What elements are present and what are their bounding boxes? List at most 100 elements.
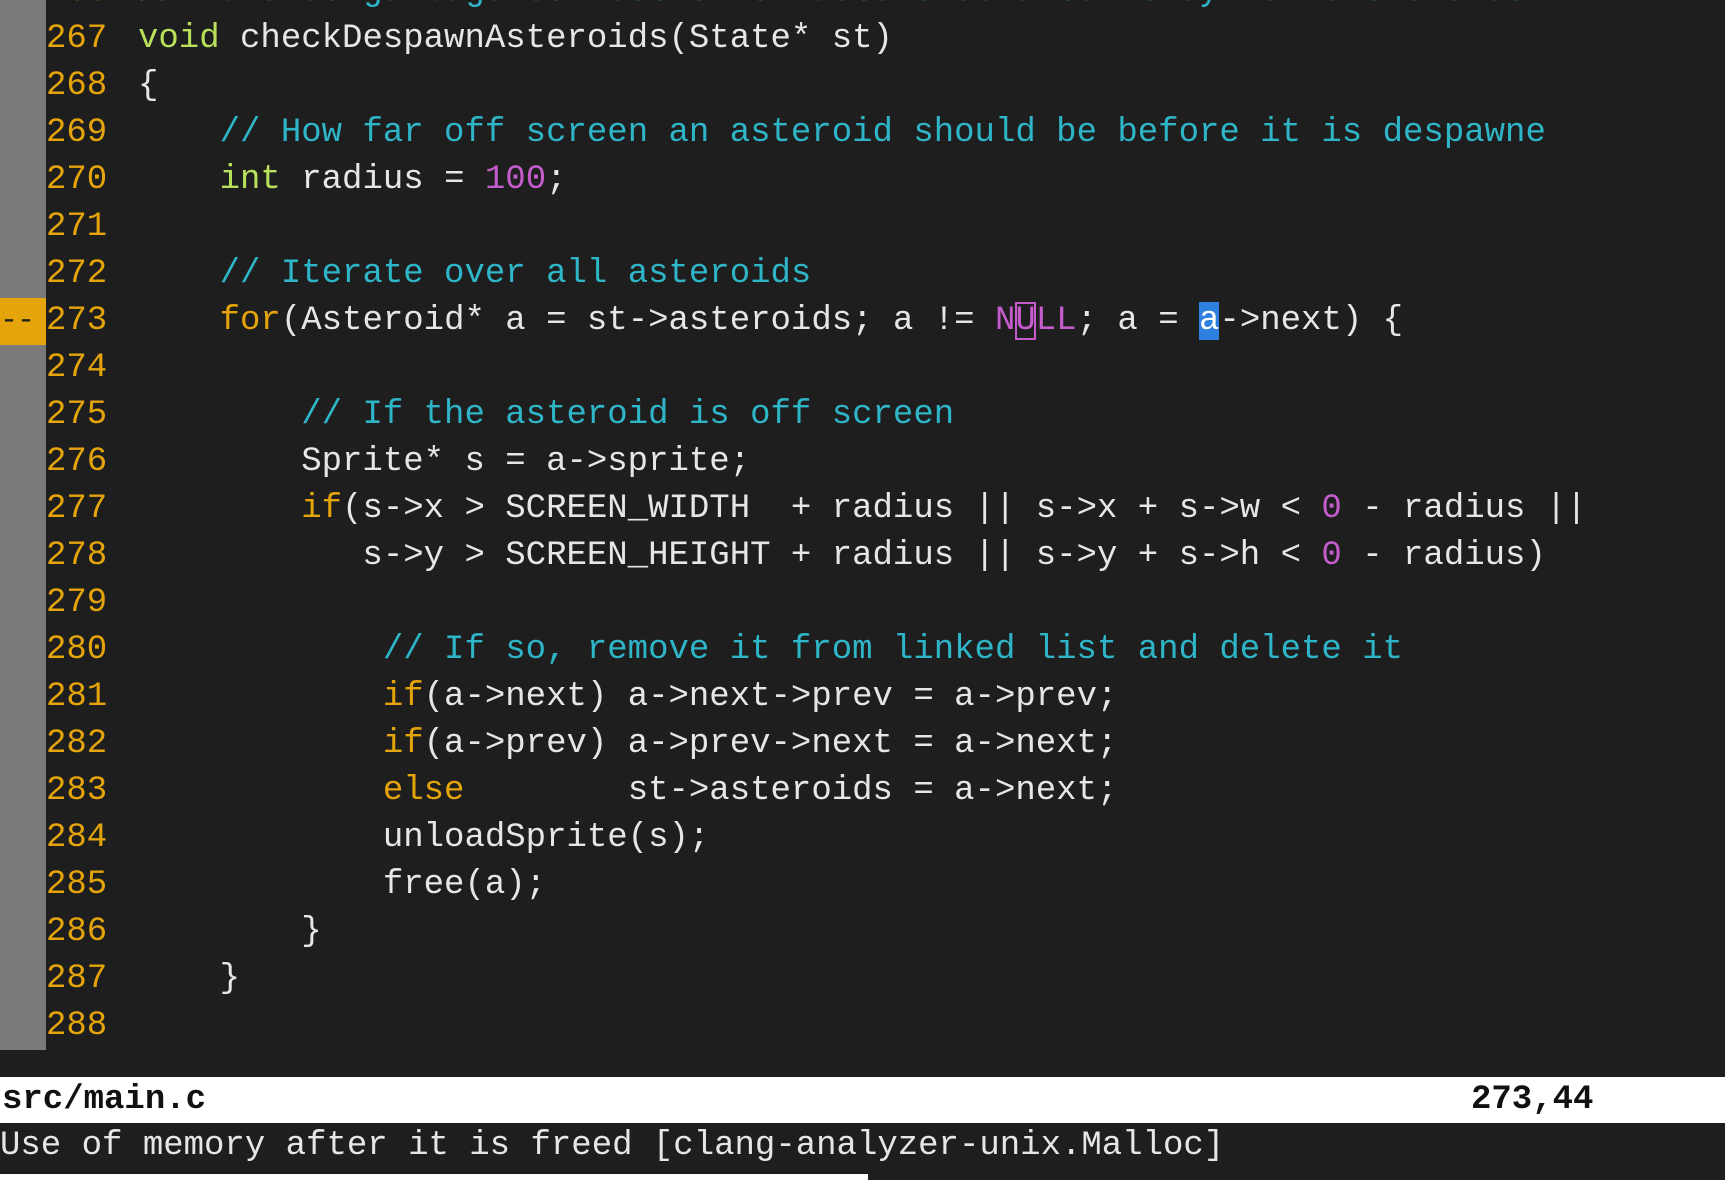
code-keyword: if	[301, 490, 343, 528]
code-token: s->y > SCREEN_HEIGHT + radius || s->y + …	[138, 537, 1322, 575]
code-token: }	[138, 960, 241, 998]
sign-column	[0, 533, 46, 580]
code-line[interactable]: 274	[0, 345, 1725, 392]
code-line[interactable]: 281 if(a->next) a->next->prev = a->prev;	[0, 674, 1725, 721]
line-number: 281	[46, 678, 108, 716]
code-editor[interactable]: 266 // Handles garbage collection of aste…	[0, 0, 1725, 1077]
code-line[interactable]: 271	[0, 204, 1725, 251]
code-number: 0	[1321, 490, 1342, 528]
sign-column	[0, 486, 46, 533]
code-line[interactable]: 280 // If so, remove it from linked list…	[0, 627, 1725, 674]
code-line[interactable]: 286 }	[0, 909, 1725, 956]
code-token: Sprite* s = a->sprite;	[138, 443, 751, 481]
line-code: // If the asteroid is off screen	[138, 392, 954, 439]
line-code: void checkDespawnAsteroids(State* st)	[138, 16, 893, 63]
code-token: (a->prev) a->prev->next = a->next;	[423, 725, 1118, 763]
sign-column	[0, 580, 46, 627]
code-line[interactable]: 285 free(a);	[0, 862, 1725, 909]
code-line[interactable]: 275 // If the asteroid is off screen	[0, 392, 1725, 439]
code-token: (s->x > SCREEN_WIDTH + radius || s->x + …	[342, 490, 1322, 528]
code-line[interactable]: 287 }	[0, 956, 1725, 1003]
sign-column	[0, 0, 46, 16]
code-line[interactable]: 278 s->y > SCREEN_HEIGHT + radius || s->…	[0, 533, 1725, 580]
bottom-edge	[0, 1174, 868, 1180]
sign-column	[0, 1003, 46, 1050]
code-line[interactable]: 272 // Iterate over all asteroids	[0, 251, 1725, 298]
sign-column	[0, 204, 46, 251]
line-number: 268	[46, 67, 108, 105]
text-cursor: a	[1199, 302, 1220, 340]
code-line[interactable]: 266 // Handles garbage collection of aste…	[0, 0, 1725, 16]
line-number: 287	[46, 960, 108, 998]
code-line[interactable]: 282 if(a->prev) a->prev->next = a->next;	[0, 721, 1725, 768]
line-number: 274	[46, 349, 108, 387]
line-code: // Handles garbage collection of asteroi…	[138, 0, 1546, 16]
line-code: free(a);	[138, 862, 546, 909]
line-code: Sprite* s = a->sprite;	[138, 439, 750, 486]
line-number: 280	[46, 631, 108, 669]
sign-column	[0, 815, 46, 862]
code-token: }	[138, 913, 322, 951]
code-token: {	[138, 67, 159, 105]
sign-column	[0, 909, 46, 956]
line-number: 283	[46, 772, 108, 810]
status-file-name: src/main.c	[2, 1081, 207, 1119]
line-number: 270	[46, 161, 108, 199]
sign-column	[0, 251, 46, 298]
code-token: (Asteroid* a = st->asteroids; a !=	[280, 302, 995, 340]
code-line[interactable]: 283 else st->asteroids = a->next;	[0, 768, 1725, 815]
code-token: ->next) {	[1219, 302, 1404, 340]
code-keyword: if	[382, 725, 424, 763]
code-line[interactable]: 270 int radius = 100;	[0, 157, 1725, 204]
code-number: 0	[1321, 537, 1342, 575]
code-number: 100	[484, 161, 547, 199]
line-code: unloadSprite(s);	[138, 815, 709, 862]
code-line[interactable]: 279	[0, 580, 1725, 627]
code-line[interactable]: 284 unloadSprite(s);	[0, 815, 1725, 862]
line-code: }	[138, 956, 240, 1003]
code-line[interactable]: 276 Sprite* s = a->sprite;	[0, 439, 1725, 486]
code-keyword: for	[219, 302, 281, 340]
line-code: {	[138, 63, 158, 110]
code-line[interactable]: 267 void checkDespawnAsteroids(State* st)	[0, 16, 1725, 63]
line-code: // If so, remove it from linked list and…	[138, 627, 1403, 674]
line-code: else st->asteroids = a->next;	[138, 768, 1118, 815]
sign-column	[0, 392, 46, 439]
code-token: radius =	[280, 161, 485, 199]
line-number: 271	[46, 208, 108, 246]
sign-column	[0, 627, 46, 674]
warning-sign: --	[0, 298, 46, 345]
code-line[interactable]: -- 273 for(Asteroid* a = st->asteroids; a…	[0, 298, 1725, 345]
line-code: if(s->x > SCREEN_WIDTH + radius || s->x …	[138, 486, 1587, 533]
code-line[interactable]: 269 // How far off screen an asteroid sh…	[0, 110, 1725, 157]
line-number: 276	[46, 443, 108, 481]
sign-column	[0, 345, 46, 392]
code-constant: N	[994, 302, 1016, 340]
line-number: 277	[46, 490, 108, 528]
code-keyword: if	[382, 678, 424, 716]
code-comment: // If the asteroid is off screen	[301, 396, 955, 434]
line-number: 278	[46, 537, 108, 575]
sign-column	[0, 721, 46, 768]
code-line[interactable]: 288	[0, 1003, 1725, 1050]
code-comment: // Iterate over all asteroids	[219, 255, 812, 293]
code-token: ;	[546, 161, 567, 199]
code-token: ; a =	[1076, 302, 1200, 340]
line-number: 288	[46, 1007, 108, 1045]
line-number: 275	[46, 396, 108, 434]
bottom-edge-right	[868, 1174, 1725, 1180]
code-token: - radius ||	[1341, 490, 1587, 528]
sign-column	[0, 63, 46, 110]
line-number: 266	[46, 0, 126, 16]
code-token: st->asteroids = a->next;	[464, 772, 1118, 810]
line-code: int radius = 100;	[138, 157, 567, 204]
code-token: (a->next) a->next->prev = a->prev;	[423, 678, 1118, 716]
code-line[interactable]: 268 {	[0, 63, 1725, 110]
code-line[interactable]: 277 if(s->x > SCREEN_WIDTH + radius || s…	[0, 486, 1725, 533]
